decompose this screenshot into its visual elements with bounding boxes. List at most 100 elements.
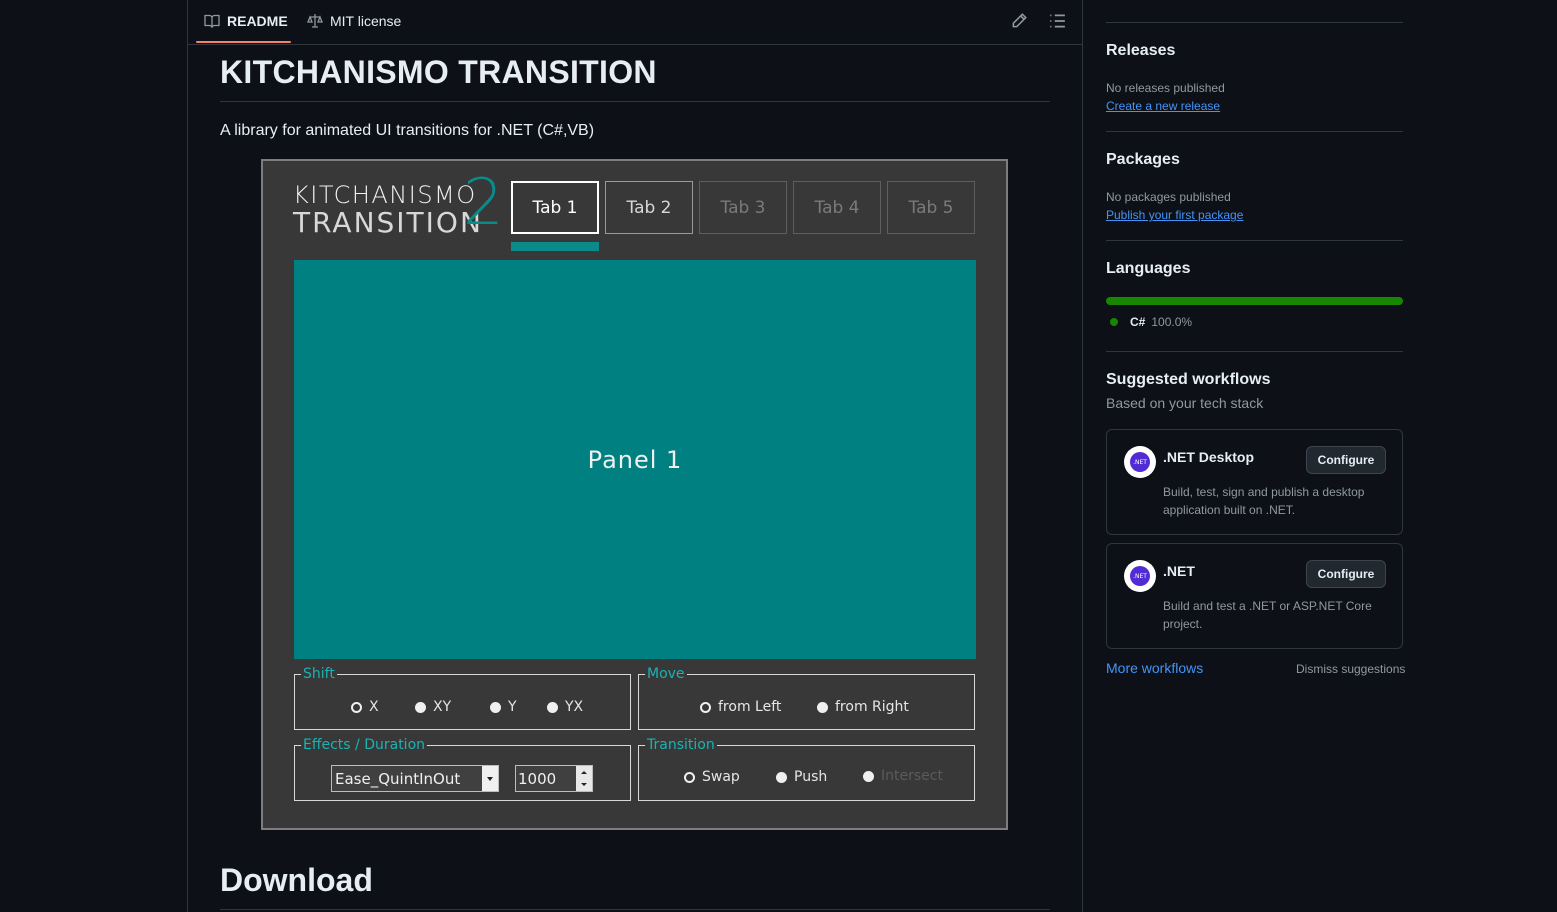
list-icon[interactable] [1048,12,1066,30]
move-radio-left: from Left [700,699,781,715]
demo-app-screenshot: KITCHANISMO TRANSITION 2 Tab 1 Tab 2 Tab… [261,159,1008,830]
stepper-arrows-icon [576,766,592,791]
duration-value: 1000 [518,769,557,788]
workflow-card-dotnet: .NET .NET Configure Build and test a .NE… [1106,543,1403,649]
app-tab-4: Tab 4 [793,181,881,234]
shift-option-label: Y [508,699,517,715]
pencil-icon[interactable] [1010,12,1028,30]
app-tab-indicator [511,242,599,251]
workflows-subheading: Based on your tech stack [1106,395,1264,411]
transition-group: Transition Swap Push Intersect [638,737,975,801]
create-release-link[interactable]: Create a new release [1106,99,1220,113]
app-panel: Panel 1 [294,260,976,659]
app-panel-label: Panel 1 [587,445,683,474]
radio-icon [415,701,426,713]
more-workflows-link[interactable]: More workflows [1106,660,1203,676]
app-tab-1: Tab 1 [511,181,599,234]
language-name: C# [1130,315,1146,329]
shift-radio-x: X [351,699,379,715]
dotnet-logo-icon: .NET [1124,446,1156,478]
publish-package-link[interactable]: Publish your first package [1106,208,1243,222]
transition-group-label: Transition [645,737,717,753]
configure-button[interactable]: Configure [1306,560,1386,588]
tab-license-label: MIT license [330,13,402,29]
radio-selected-icon [351,701,362,713]
move-group-label: Move [645,666,687,682]
radio-selected-icon [700,701,711,713]
title-divider [220,101,1050,102]
easing-value: Ease_QuintInOut [335,769,461,788]
move-option-label: from Right [835,699,909,715]
language-color-dot [1110,318,1118,326]
readme-tab-bar: README MIT license [188,0,1082,45]
languages-heading: Languages [1106,260,1191,277]
shift-group-label: Shift [301,666,337,682]
shift-radio-y: Y [490,699,517,715]
configure-button[interactable]: Configure [1306,446,1386,474]
shift-option-label: XY [433,699,452,715]
shift-option-label: X [369,699,379,715]
readme-description: A library for animated UI transitions fo… [220,122,595,139]
dotnet-logo-text: .NET [1130,452,1150,472]
radio-icon [776,771,787,783]
releases-heading[interactable]: Releases [1106,42,1175,60]
workflow-title: .NET [1163,563,1195,579]
move-group: Move from Left from Right [638,666,975,730]
duration-stepper: 1000 [515,765,593,792]
tab-readme[interactable]: README [204,10,288,32]
shift-radio-xy: XY [415,699,451,715]
packages-heading[interactable]: Packages [1106,151,1180,169]
readme-title: KITCHANISMO TRANSITION [220,54,657,90]
dotnet-logo-icon: .NET [1124,560,1156,592]
effects-group-label: Effects / Duration [301,737,428,753]
easing-combobox: Ease_QuintInOut [331,765,499,792]
transition-radio-push: Push [776,769,827,785]
language-item-csharp[interactable]: C# 100.0% [1110,315,1192,329]
releases-status: No releases published [1106,81,1225,95]
shift-option-label: YX [565,699,584,715]
transition-option-label: Swap [702,769,740,785]
workflow-description: Build and test a .NET or ASP.NET Core pr… [1163,599,1372,631]
move-radio-right: from Right [817,699,909,715]
app-logo-line1: KITCHANISMO [293,181,477,209]
app-tab-3: Tab 3 [699,181,787,234]
move-option-label: from Left [718,699,782,715]
transition-radio-swap: Swap [684,769,740,785]
tab-readme-label: README [227,13,288,29]
download-heading: Download [220,862,373,898]
download-divider [220,909,1050,910]
radio-icon [863,770,874,782]
law-icon [307,14,323,28]
sidebar-divider [1106,240,1403,241]
workflows-heading: Suggested workflows [1106,371,1271,388]
chevron-down-icon [482,766,498,791]
workflow-description: Build, test, sign and publish a desktop … [1163,485,1365,517]
shift-radio-yx: YX [547,699,583,715]
transition-radio-intersect: Intersect [863,768,943,784]
language-bar [1106,297,1403,305]
transition-option-label: Push [794,769,828,785]
app-tab-5: Tab 5 [887,181,975,234]
app-tab-2: Tab 2 [605,181,693,234]
radio-icon [490,701,501,713]
packages-status: No packages published [1106,190,1231,204]
tab-license[interactable]: MIT license [307,10,401,32]
shift-group: Shift X XY Y YX [294,666,631,730]
workflow-card-dotnet-desktop: .NET .NET Desktop Configure Build, test,… [1106,429,1403,535]
book-icon [204,14,220,29]
transition-option-label: Intersect [881,768,943,784]
radio-icon [817,701,828,713]
active-tab-underline [196,41,291,43]
language-percent: 100.0% [1151,315,1193,329]
sidebar-divider [1106,351,1403,352]
workflow-title: .NET Desktop [1163,449,1255,465]
app-logo-number: 2 [463,166,504,240]
sidebar-divider [1106,131,1403,132]
app-logo-line2: TRANSITION [293,206,483,239]
sidebar-divider [1106,22,1403,23]
dotnet-logo-text: .NET [1130,566,1150,586]
radio-selected-icon [684,771,695,783]
dismiss-suggestions-link[interactable]: Dismiss suggestions [1296,662,1405,676]
radio-icon [547,701,558,713]
effects-group: Effects / Duration Ease_QuintInOut 1000 [294,737,631,801]
